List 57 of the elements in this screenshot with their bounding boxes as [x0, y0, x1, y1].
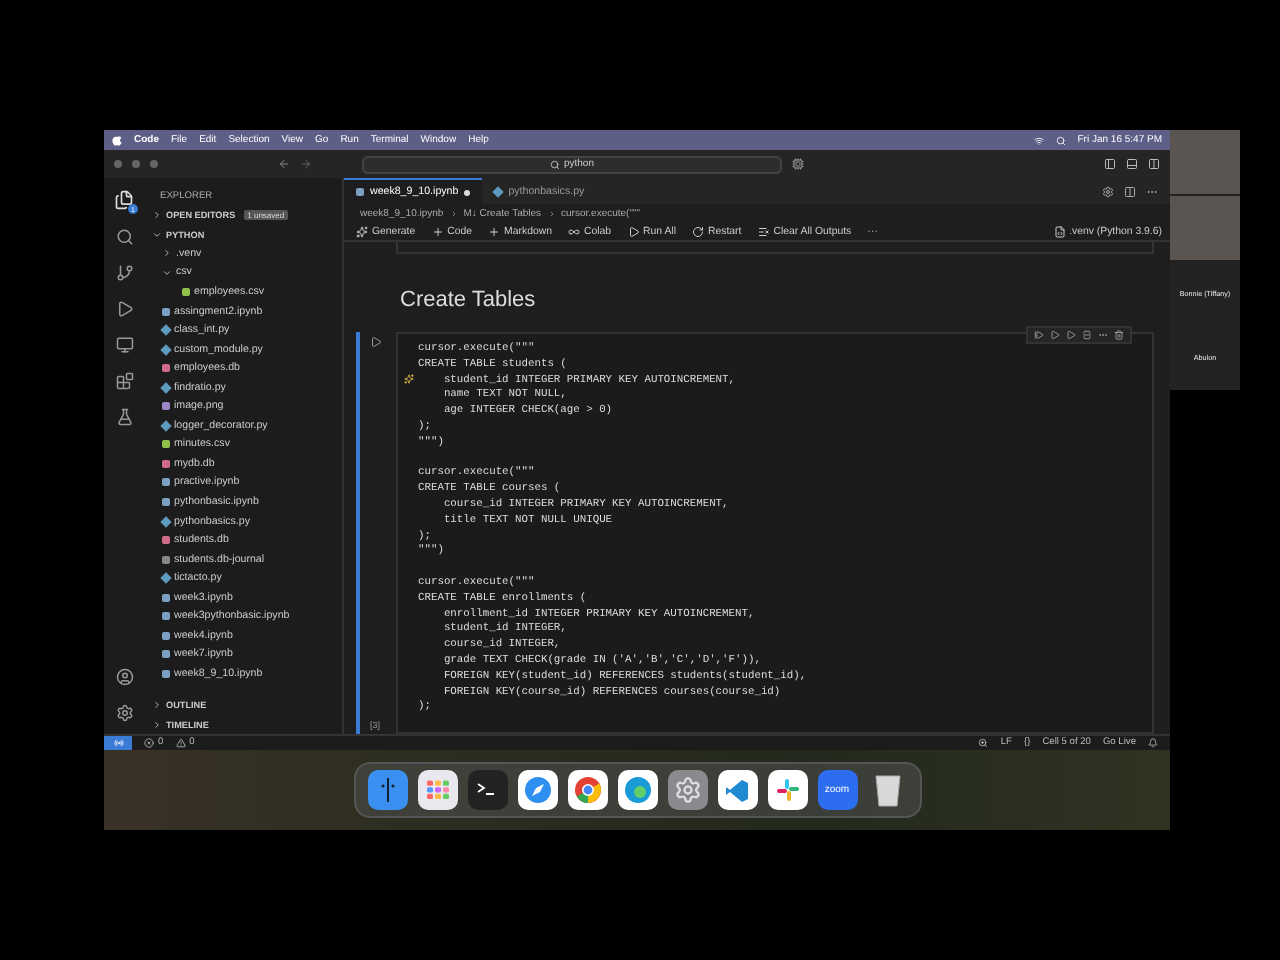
wifi-icon[interactable] — [1033, 135, 1044, 145]
file-icon — [182, 287, 190, 296]
run-debug-icon[interactable] — [115, 300, 133, 318]
file-icon — [162, 631, 170, 640]
play-icon — [627, 225, 640, 237]
restart-icon — [691, 225, 704, 237]
remote-icon[interactable] — [115, 336, 133, 354]
run-below-icon[interactable] — [1066, 330, 1076, 340]
run-by-line-icon[interactable] — [1034, 330, 1044, 340]
sidebar-toggle-icon[interactable] — [1104, 158, 1116, 170]
infinity-icon — [567, 225, 580, 237]
file-icon — [162, 478, 170, 487]
slack-icon[interactable] — [767, 770, 807, 810]
search-icon[interactable] — [115, 228, 133, 246]
markdown-heading: Create Tables — [398, 286, 538, 316]
extensions-icon[interactable] — [115, 372, 133, 390]
plus-icon — [431, 225, 444, 237]
chrome-icon[interactable] — [567, 770, 607, 810]
code-editor-icon[interactable] — [717, 770, 757, 810]
split-cell-icon[interactable] — [1082, 330, 1092, 340]
remote-indicator[interactable] — [104, 735, 132, 751]
settings-icon[interactable] — [115, 704, 133, 722]
file-icon — [162, 669, 170, 678]
account-icon[interactable] — [115, 668, 133, 686]
clear-list-icon — [757, 225, 770, 237]
file-icon — [162, 612, 170, 621]
flask-icon[interactable] — [115, 408, 133, 426]
terminal-icon[interactable] — [467, 770, 507, 810]
back-icon[interactable] — [278, 158, 290, 170]
window-control[interactable] — [114, 160, 122, 168]
compass-icon[interactable] — [517, 770, 557, 810]
file-icon — [492, 186, 505, 198]
sparkle-icon[interactable] — [404, 374, 414, 384]
split-editor-icon[interactable] — [1124, 185, 1136, 197]
settings-icon[interactable] — [667, 770, 707, 810]
run-cell-icon[interactable] — [369, 336, 381, 348]
panel-toggle-icon[interactable] — [1126, 158, 1138, 170]
bell-icon[interactable] — [1148, 738, 1158, 748]
file-icon — [162, 459, 170, 468]
zoom-icon[interactable] — [978, 738, 989, 748]
window-control[interactable] — [132, 160, 140, 168]
file-icon — [162, 307, 170, 315]
file-icon — [162, 650, 170, 659]
run-above-icon[interactable] — [1050, 330, 1060, 340]
source-control-icon[interactable] — [115, 264, 133, 282]
launchpad-icon[interactable] — [417, 770, 457, 810]
apple-icon[interactable] — [112, 134, 122, 146]
window-control[interactable] — [150, 160, 158, 168]
search-icon — [549, 159, 560, 169]
delete-icon[interactable] — [1114, 330, 1124, 340]
sparkle-icon — [356, 225, 368, 237]
file-icon — [356, 188, 364, 196]
settings-icon[interactable] — [1102, 185, 1114, 197]
layout-icon[interactable] — [1148, 158, 1160, 170]
plus-icon — [488, 225, 501, 237]
unsaved-dot — [464, 189, 471, 195]
file-icon — [1053, 225, 1066, 237]
